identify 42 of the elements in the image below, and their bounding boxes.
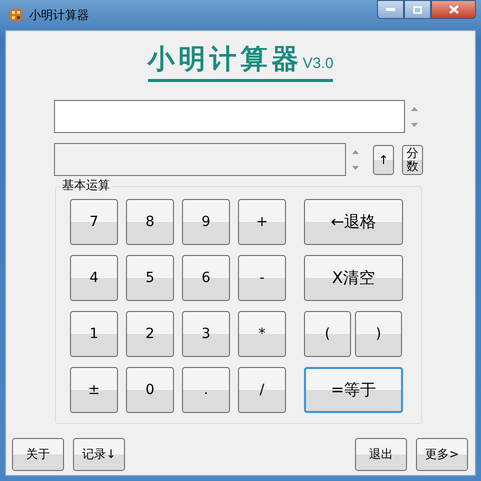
calculator-key[interactable]: 2: [126, 311, 174, 357]
side-button[interactable]: 分数: [402, 144, 423, 174]
footer-button[interactable]: 退出: [355, 438, 407, 471]
spin-down-icon[interactable]: [352, 166, 359, 170]
footer-button[interactable]: 更多>: [416, 438, 468, 471]
calculator-key[interactable]: X清空: [304, 255, 403, 301]
calculator-key[interactable]: /: [238, 367, 286, 413]
spin-up-icon[interactable]: [411, 106, 418, 110]
app-icon: [9, 8, 23, 22]
calculator-key[interactable]: 6: [182, 255, 230, 301]
expression-field[interactable]: [54, 100, 405, 133]
minimize-icon: [386, 8, 395, 11]
footer-button[interactable]: 记录↓: [73, 438, 125, 471]
calculator-key[interactable]: 5: [126, 255, 174, 301]
group-title: 基本运算: [60, 177, 112, 194]
calculator-key[interactable]: 0: [126, 367, 174, 413]
calculator-key[interactable]: =等于: [304, 367, 403, 413]
window-title: 小明计算器: [29, 6, 90, 24]
calculator-key[interactable]: *: [238, 311, 286, 357]
side-button[interactable]: ↑: [373, 144, 394, 174]
calculator-key[interactable]: (: [304, 311, 351, 357]
spin-down-icon[interactable]: [411, 122, 418, 126]
close-icon: [448, 5, 458, 14]
maximize-button[interactable]: [404, 0, 431, 19]
calculator-key[interactable]: 9: [182, 199, 230, 245]
app-heading: 小明计算器 V3.0: [148, 45, 334, 82]
minimize-button[interactable]: [377, 0, 404, 19]
calculator-key[interactable]: ): [355, 311, 402, 357]
footer-button[interactable]: 关于: [12, 438, 64, 471]
calculator-key[interactable]: ±: [70, 367, 118, 413]
calculator-key[interactable]: +: [238, 199, 286, 245]
calculator-key[interactable]: 1: [70, 311, 118, 357]
close-button[interactable]: [431, 0, 476, 19]
calculator-key[interactable]: ←退格: [304, 199, 403, 245]
calculator-key[interactable]: 3: [182, 311, 230, 357]
calculator-key[interactable]: 4: [70, 255, 118, 301]
calculator-key[interactable]: 8: [126, 199, 174, 245]
calculator-key[interactable]: 7: [70, 199, 118, 245]
maximize-icon: [413, 6, 422, 14]
calculator-key[interactable]: -: [238, 255, 286, 301]
calculator-key[interactable]: .: [182, 367, 230, 413]
spin-up-icon[interactable]: [352, 150, 359, 154]
